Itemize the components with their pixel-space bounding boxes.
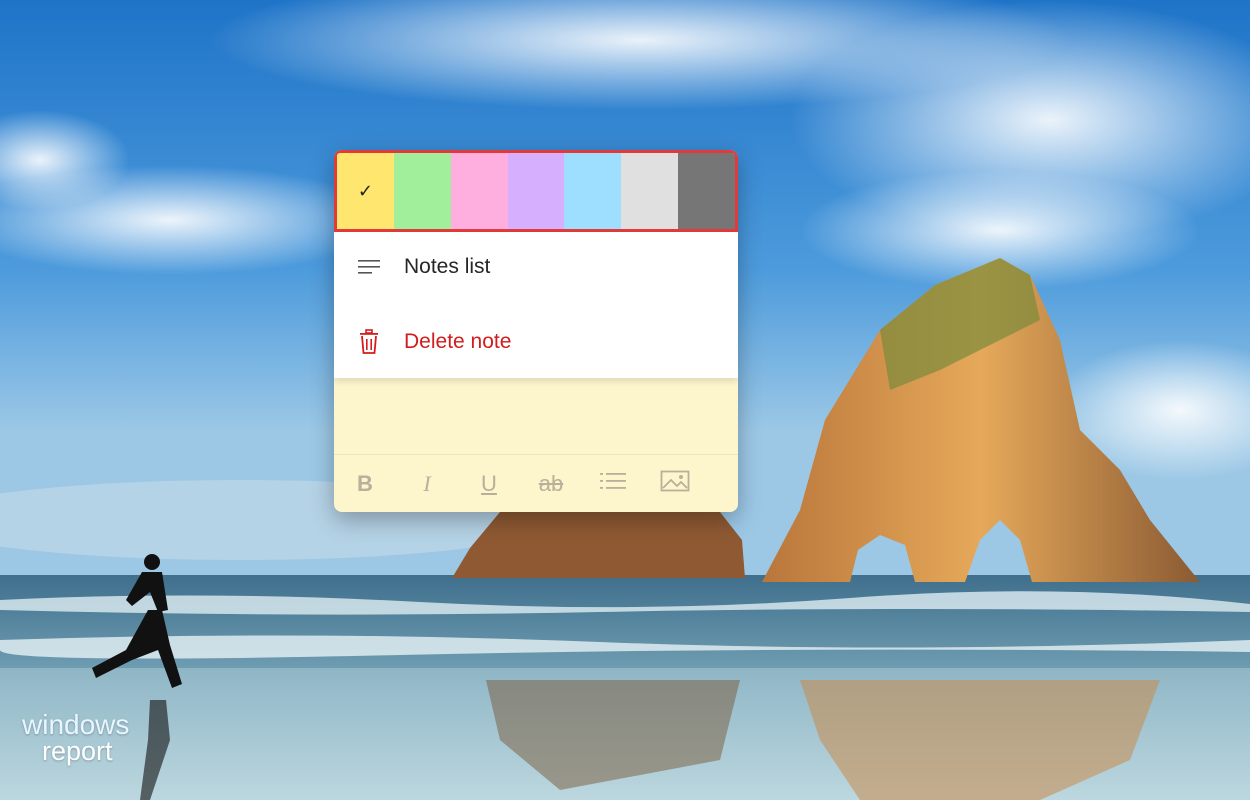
color-swatch-purple[interactable] [507,153,565,229]
trash-icon [334,329,404,355]
image-icon [660,470,690,498]
insert-image-button[interactable] [644,464,706,504]
logo-line-1: windows [22,709,130,740]
color-swatch-green[interactable] [393,153,451,229]
note-text-area[interactable] [334,378,738,454]
bold-button[interactable]: B [334,464,396,504]
color-swatch-blue[interactable] [564,153,622,229]
delete-note-menu-item[interactable]: Delete note [334,310,738,374]
notes-list-icon [334,258,404,276]
notes-list-label: Notes list [404,255,491,278]
bullet-list-icon [599,471,627,497]
strikethrough-button[interactable]: ab [520,464,582,504]
note-menu: Notes list Delete note [334,232,738,378]
color-palette: ✓ [334,150,738,232]
italic-button[interactable]: I [396,464,458,504]
logo-line-2: report [42,735,113,766]
color-swatch-yellow[interactable]: ✓ [337,153,394,229]
format-toolbar: B I U ab [334,454,738,512]
underline-button[interactable]: U [458,464,520,504]
delete-note-label: Delete note [404,330,512,353]
notes-list-menu-item[interactable]: Notes list [334,235,738,299]
windows-report-logo: windows report [22,709,130,766]
color-swatch-gray[interactable] [621,153,679,229]
color-swatch-charcoal[interactable] [678,153,735,229]
bullet-list-button[interactable] [582,464,644,504]
color-swatch-pink[interactable] [450,153,508,229]
sticky-note-window: ✓ Notes list Delete note B I U ab [334,150,738,512]
checkmark-icon: ✓ [357,180,373,202]
